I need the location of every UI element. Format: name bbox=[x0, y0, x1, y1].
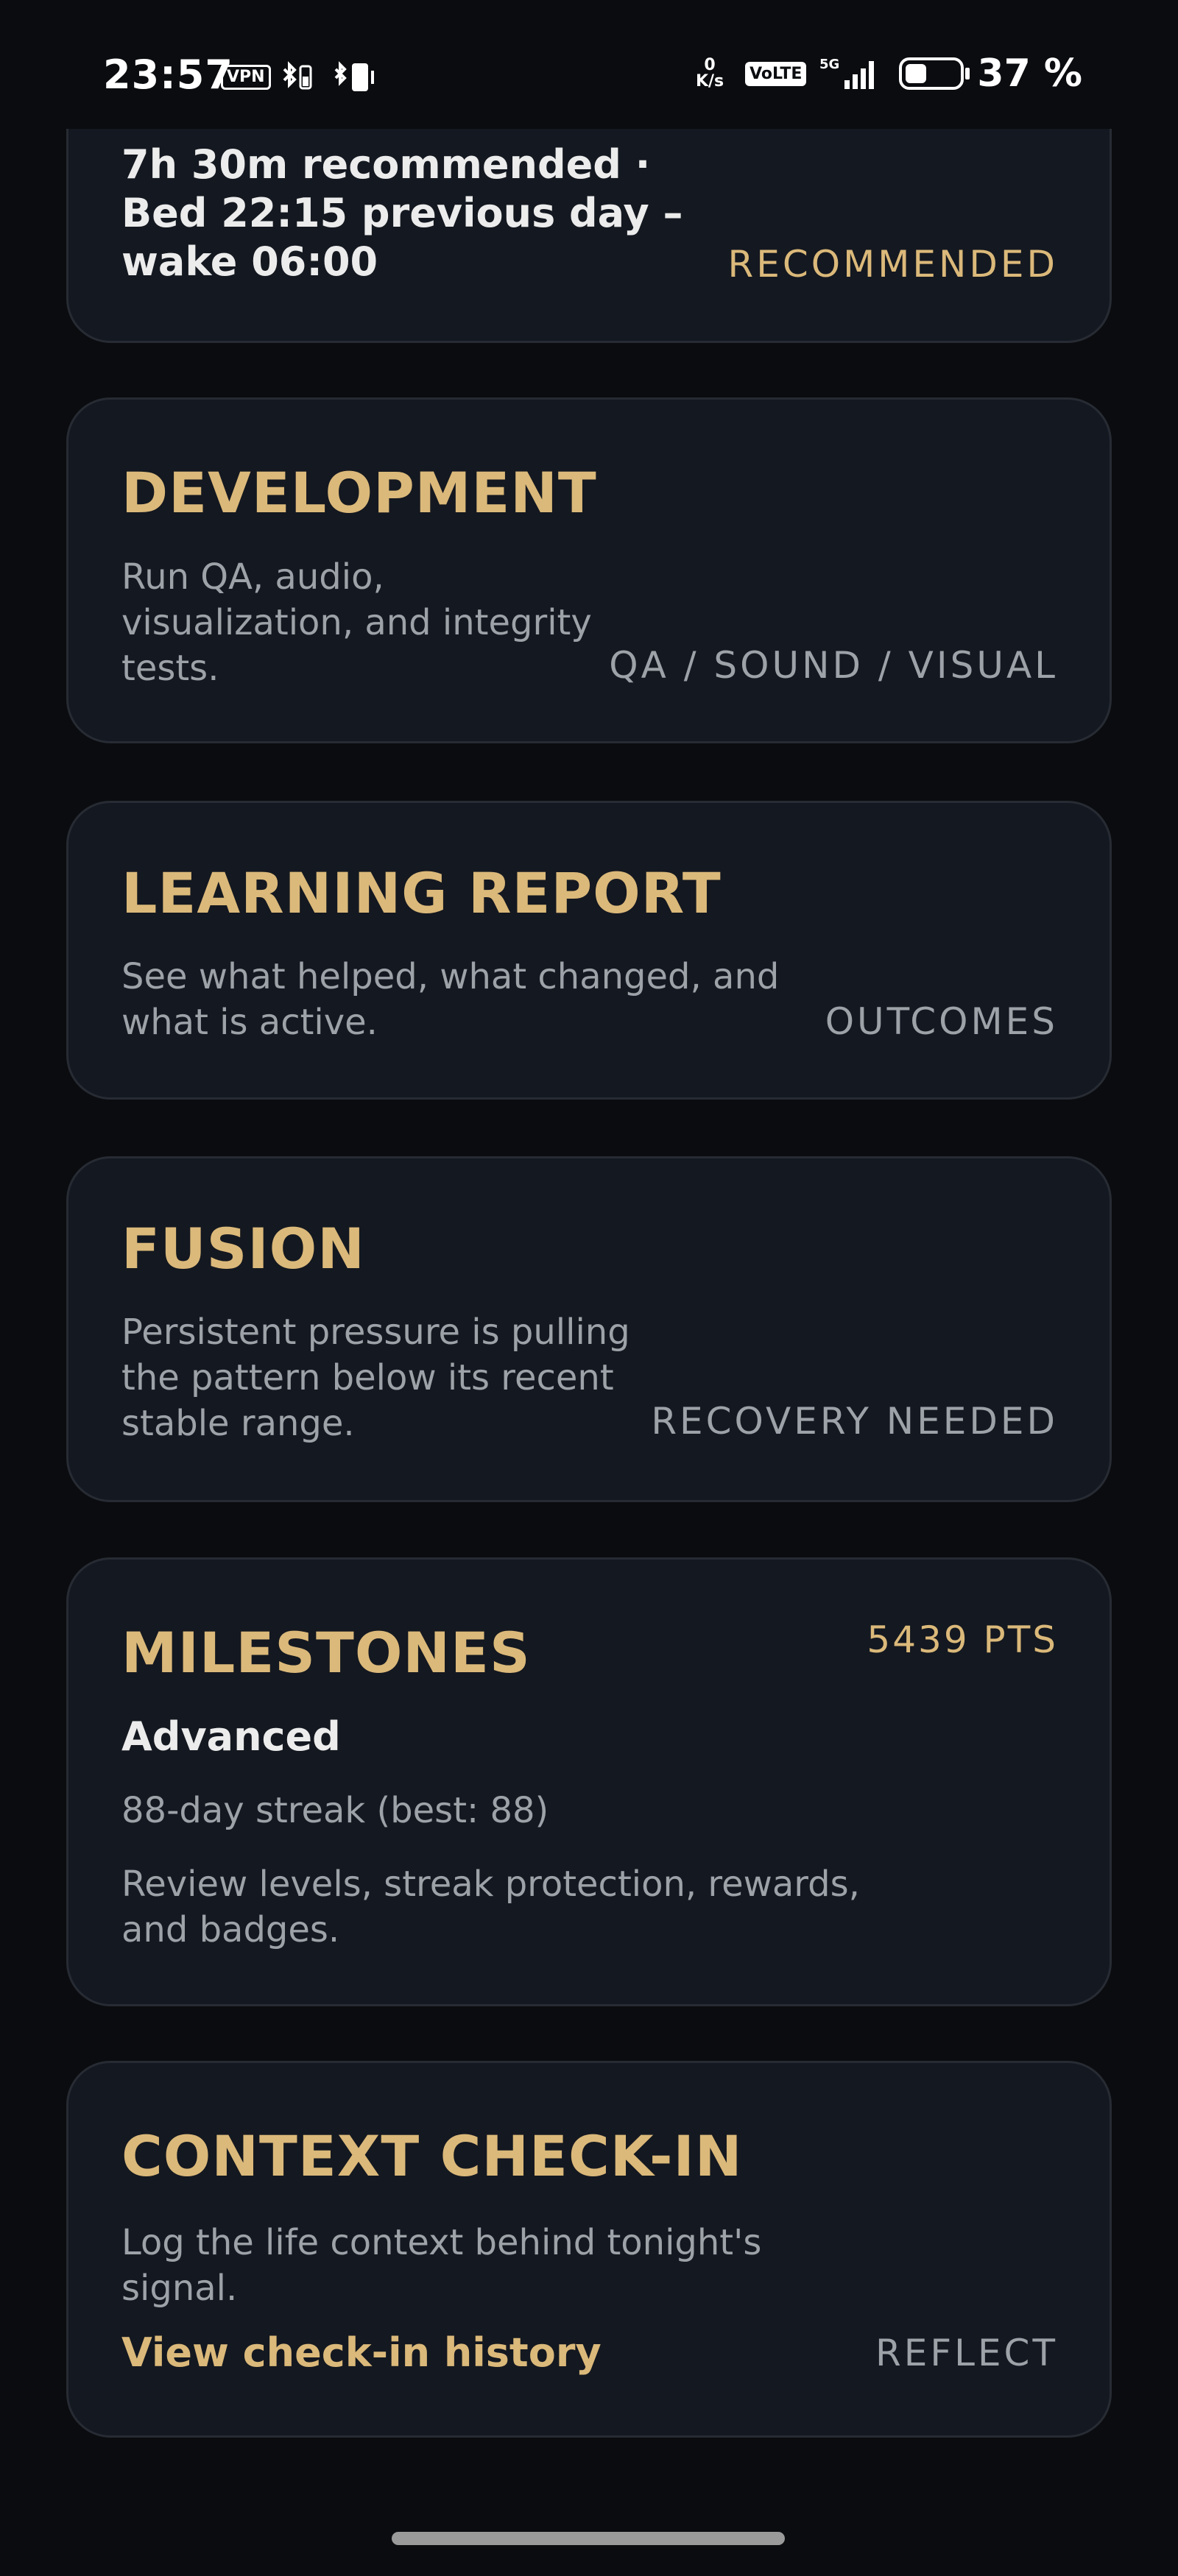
learning-report-card[interactable]: LEARNING REPORT See what helped, what ch… bbox=[66, 801, 1112, 1100]
outcomes-tag: OUTCOMES bbox=[825, 1000, 1058, 1043]
bluetooth-battery-icon bbox=[283, 61, 312, 90]
status-bar: 23:57 VPN 0 K/s VoLTE 5G 37 % bbox=[0, 0, 1178, 129]
streak-text: 88-day streak (best: 88) bbox=[121, 1790, 549, 1831]
learning-report-title: LEARNING REPORT bbox=[121, 860, 722, 926]
recovery-needed-tag: RECOVERY NEEDED bbox=[651, 1400, 1058, 1443]
vpn-icon: VPN bbox=[221, 65, 271, 90]
fusion-desc: Persistent pressure is pulling the patte… bbox=[121, 1312, 630, 1444]
view-check-in-history-link[interactable]: View check-in history bbox=[121, 2329, 602, 2376]
bluetooth-device-icon bbox=[334, 61, 374, 91]
context-check-in-card[interactable]: CONTEXT CHECK-IN Log the life context be… bbox=[66, 2061, 1112, 2438]
milestones-card[interactable]: MILESTONES 5439 PTS Advanced 88-day stre… bbox=[66, 1557, 1112, 2006]
net-speed-value: 0 bbox=[704, 56, 716, 74]
fusion-card[interactable]: FUSION Persistent pressure is pulling th… bbox=[66, 1156, 1112, 1502]
development-card[interactable]: DEVELOPMENT Run QA, audio, visualization… bbox=[66, 397, 1112, 743]
svg-text:5G: 5G bbox=[819, 57, 839, 72]
development-tag: QA / SOUND / VISUAL bbox=[609, 644, 1058, 687]
development-desc: Run QA, audio, visualization, and integr… bbox=[121, 556, 592, 689]
sleep-recommendation-text: 7h 30m recommended · Bed 22:15 previous … bbox=[121, 141, 683, 285]
development-title: DEVELOPMENT bbox=[121, 460, 597, 526]
recommended-tag: RECOMMENDED bbox=[727, 243, 1058, 286]
status-right-icons: 0 K/s VoLTE 5G 37 % bbox=[688, 52, 1082, 96]
signal-icon: 5G bbox=[819, 57, 875, 89]
context-check-in-desc: Log the life context behind tonight's si… bbox=[121, 2222, 762, 2309]
milestones-desc: Review levels, streak protection, reward… bbox=[121, 1864, 860, 1950]
battery-percent: 37 % bbox=[977, 52, 1082, 96]
net-speed: 0 K/s bbox=[688, 57, 732, 90]
net-speed-unit: K/s bbox=[695, 72, 724, 91]
clock: 23:57 bbox=[103, 52, 233, 98]
status-left-icons: VPN bbox=[221, 59, 384, 96]
learning-report-desc: See what helped, what changed, and what … bbox=[121, 956, 780, 1043]
home-indicator[interactable] bbox=[392, 2532, 785, 2545]
fusion-title: FUSION bbox=[121, 1216, 365, 1281]
milestone-level: Advanced bbox=[121, 1713, 341, 1760]
battery-icon bbox=[899, 57, 970, 90]
context-check-in-title: CONTEXT CHECK-IN bbox=[121, 2123, 743, 2189]
milestones-title: MILESTONES bbox=[121, 1620, 531, 1685]
reflect-tag: REFLECT bbox=[875, 2332, 1058, 2374]
milestone-points: 5439 PTS bbox=[867, 1618, 1058, 1661]
volte-icon: VoLTE bbox=[745, 61, 807, 86]
